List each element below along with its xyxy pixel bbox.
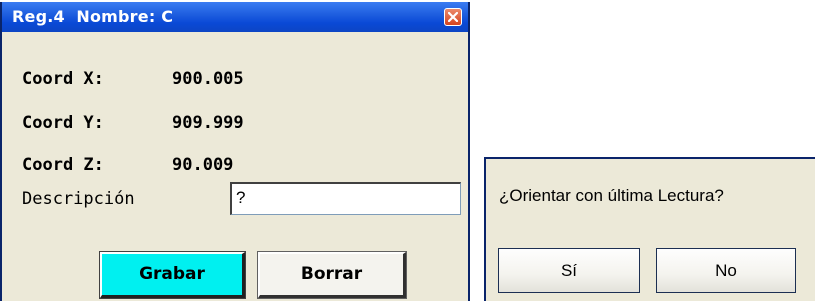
coord-y-value: 909.999 bbox=[172, 113, 244, 133]
description-label: Descripción bbox=[22, 189, 135, 209]
delete-button[interactable]: Borrar bbox=[257, 251, 407, 299]
yes-button[interactable]: Sí bbox=[498, 248, 640, 293]
no-button[interactable]: No bbox=[656, 248, 796, 293]
coord-x-label: Coord X: bbox=[22, 69, 104, 89]
register-dialog: Reg.4 Nombre: C Coord X: 900.005 Coord Y… bbox=[0, 2, 470, 301]
coord-z-value: 90.009 bbox=[172, 155, 234, 175]
orientation-confirm-dialog: ¿Orientar con última Lectura? Sí No bbox=[484, 157, 815, 301]
close-button[interactable] bbox=[444, 8, 462, 26]
register-dialog-title: Reg.4 Nombre: C bbox=[12, 7, 174, 26]
register-dialog-titlebar[interactable]: Reg.4 Nombre: C bbox=[2, 2, 468, 32]
save-button[interactable]: Grabar bbox=[99, 251, 246, 299]
coord-z-label: Coord Z: bbox=[22, 155, 104, 175]
close-icon bbox=[448, 12, 458, 22]
coord-x-value: 900.005 bbox=[172, 69, 244, 89]
orientation-question: ¿Orientar con última Lectura? bbox=[499, 186, 724, 205]
coord-y-label: Coord Y: bbox=[22, 113, 104, 133]
description-input[interactable]: ? bbox=[230, 182, 461, 215]
